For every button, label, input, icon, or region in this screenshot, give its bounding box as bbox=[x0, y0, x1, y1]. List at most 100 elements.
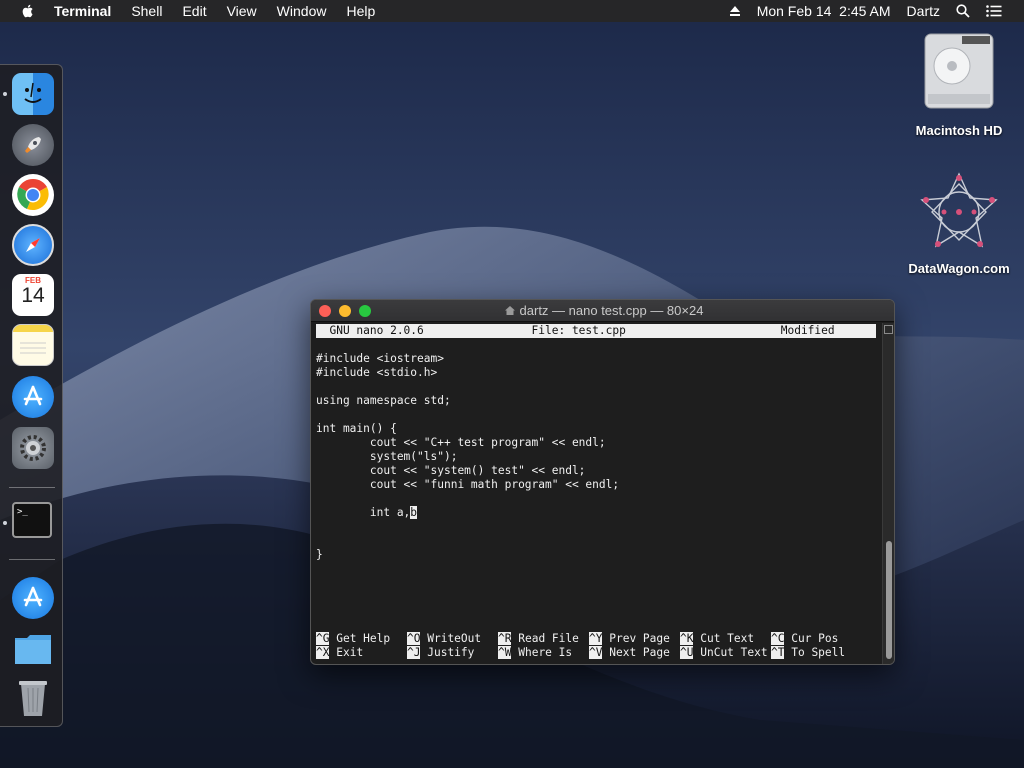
minimize-button[interactable] bbox=[339, 305, 351, 317]
datawagon-logo-icon bbox=[920, 172, 998, 248]
text-cursor: b bbox=[410, 506, 418, 519]
shortcut-justify[interactable]: ^J Justify bbox=[407, 646, 474, 660]
chrome-logo-icon bbox=[17, 178, 49, 211]
downloads-folder-icon[interactable] bbox=[12, 628, 54, 670]
shortcut-read-file[interactable]: ^R Read File bbox=[498, 632, 579, 646]
app-store-downloads-icon[interactable] bbox=[12, 577, 54, 619]
menubar-user[interactable]: Dartz bbox=[907, 3, 940, 19]
shortcut-writeout[interactable]: ^O WriteOut bbox=[407, 632, 481, 646]
menubar-clock[interactable]: Mon Feb 14 2:45 AM bbox=[757, 3, 891, 19]
dock-separator bbox=[9, 559, 55, 560]
shortcut-label: WriteOut bbox=[427, 632, 482, 645]
shortcut-label: Justify bbox=[427, 646, 475, 659]
shortcut-key: ^C bbox=[771, 632, 785, 645]
dock-separator bbox=[9, 487, 55, 488]
notification-center-icon[interactable] bbox=[986, 5, 1002, 17]
scroll-split-button[interactable] bbox=[884, 325, 893, 334]
menu-app-terminal[interactable]: Terminal bbox=[54, 3, 111, 19]
menu-edit[interactable]: Edit bbox=[182, 3, 206, 19]
shortcut-label: Read File bbox=[518, 632, 579, 645]
shortcut-to-spell[interactable]: ^T To Spell bbox=[771, 646, 845, 660]
nano-header-bar: GNU nano 2.0.6 File: test.cpp Modified bbox=[316, 324, 876, 338]
shortcut-next-page[interactable]: ^V Next Page bbox=[589, 646, 670, 660]
shortcut-key: ^Y bbox=[589, 632, 603, 645]
shortcut-cut-text[interactable]: ^K Cut Text bbox=[680, 632, 754, 646]
scroll-thumb[interactable] bbox=[886, 541, 892, 659]
shortcut-where-is[interactable]: ^W Where Is bbox=[498, 646, 572, 660]
running-indicator bbox=[3, 521, 7, 525]
code-line: using namespace std; bbox=[316, 394, 451, 407]
code-line: #include <iostream> bbox=[316, 352, 444, 365]
finder-face-icon bbox=[24, 82, 42, 103]
shortcut-get-help[interactable]: ^G Get Help bbox=[316, 632, 390, 646]
code-line: cout << "funni math program" << endl; bbox=[316, 478, 620, 491]
terminal-prompt-glyph: >_ bbox=[17, 507, 28, 517]
desktop-icon-label: DataWagon.com bbox=[908, 261, 1010, 276]
eject-icon[interactable] bbox=[729, 5, 741, 17]
window-title: dartz — nano test.cpp — 80×24 bbox=[519, 303, 704, 318]
desktop-icon-macintosh-hd[interactable]: Macintosh HD bbox=[898, 32, 1020, 138]
dock: FEB 14 >_ bbox=[0, 64, 63, 727]
zoom-button[interactable] bbox=[359, 305, 371, 317]
folder-icon bbox=[15, 635, 51, 664]
menu-help[interactable]: Help bbox=[346, 3, 375, 19]
menu-bar: Terminal Shell Edit View Window Help Mon… bbox=[0, 0, 1024, 22]
compass-icon bbox=[26, 238, 40, 252]
apple-menu-icon[interactable] bbox=[20, 3, 36, 19]
shortcut-label: Cut Text bbox=[700, 632, 755, 645]
shortcut-key: ^R bbox=[498, 632, 512, 645]
window-titlebar[interactable]: dartz — nano test.cpp — 80×24 bbox=[311, 300, 894, 322]
shortcut-label: UnCut Text bbox=[700, 646, 768, 659]
notes-icon[interactable] bbox=[12, 324, 54, 366]
shortcut-cur-pos[interactable]: ^C Cur Pos bbox=[771, 632, 838, 646]
code-line-cursor: int a,b bbox=[316, 506, 418, 520]
desktop-icon-label: Macintosh HD bbox=[915, 123, 1003, 138]
shortcut-key: ^O bbox=[407, 632, 421, 645]
code-line: #include <stdio.h> bbox=[316, 366, 438, 379]
safari-icon[interactable] bbox=[12, 224, 54, 266]
shortcut-label: Next Page bbox=[609, 646, 670, 659]
shortcut-exit[interactable]: ^X Exit bbox=[316, 646, 363, 660]
menu-shell[interactable]: Shell bbox=[131, 3, 162, 19]
shortcut-key: ^X bbox=[316, 646, 330, 659]
shortcut-key: ^T bbox=[771, 646, 785, 659]
finder-icon[interactable] bbox=[12, 73, 54, 115]
terminal-dock-icon[interactable]: >_ bbox=[12, 502, 52, 538]
code-line: } bbox=[316, 548, 323, 561]
chrome-icon[interactable] bbox=[12, 174, 54, 216]
terminal-content[interactable]: GNU nano 2.0.6 File: test.cpp Modified #… bbox=[311, 323, 884, 664]
app-store-icon[interactable] bbox=[12, 376, 54, 418]
running-indicator bbox=[3, 92, 7, 96]
trash-icon[interactable] bbox=[12, 677, 54, 719]
shortcut-uncut-text[interactable]: ^U UnCut Text bbox=[680, 646, 768, 660]
shortcut-label: Where Is bbox=[518, 646, 573, 659]
menu-window[interactable]: Window bbox=[277, 3, 327, 19]
shortcut-key: ^W bbox=[498, 646, 512, 659]
shortcut-label: To Spell bbox=[791, 646, 846, 659]
app-store-logo-icon bbox=[23, 385, 43, 406]
gear-icon bbox=[20, 435, 46, 461]
terminal-scrollbar[interactable] bbox=[882, 323, 894, 664]
trash-can-icon bbox=[19, 681, 47, 716]
desktop-icon-datawagon[interactable]: DataWagon.com bbox=[898, 170, 1020, 276]
launchpad-icon[interactable] bbox=[12, 124, 54, 166]
shortcut-label: Exit bbox=[336, 646, 364, 659]
shortcut-label: Prev Page bbox=[609, 632, 670, 645]
shortcut-key: ^K bbox=[680, 632, 694, 645]
spotlight-search-icon[interactable] bbox=[956, 4, 970, 18]
app-store-logo-icon bbox=[23, 586, 43, 607]
shortcut-prev-page[interactable]: ^Y Prev Page bbox=[589, 632, 670, 646]
shortcut-key: ^U bbox=[680, 646, 694, 659]
close-button[interactable] bbox=[319, 305, 331, 317]
terminal-window[interactable]: dartz — nano test.cpp — 80×24 GNU nano 2… bbox=[310, 299, 895, 665]
house-icon bbox=[504, 306, 515, 315]
calendar-icon[interactable]: FEB 14 bbox=[12, 274, 54, 316]
rocket-icon bbox=[25, 137, 41, 153]
shortcut-key: ^V bbox=[589, 646, 603, 659]
code-line: int main() { bbox=[316, 422, 397, 435]
menu-view[interactable]: View bbox=[227, 3, 257, 19]
shortcut-label: Get Help bbox=[336, 632, 391, 645]
code-text: int a, bbox=[316, 506, 411, 519]
notes-lines-icon bbox=[20, 342, 46, 354]
system-preferences-icon[interactable] bbox=[12, 427, 54, 469]
